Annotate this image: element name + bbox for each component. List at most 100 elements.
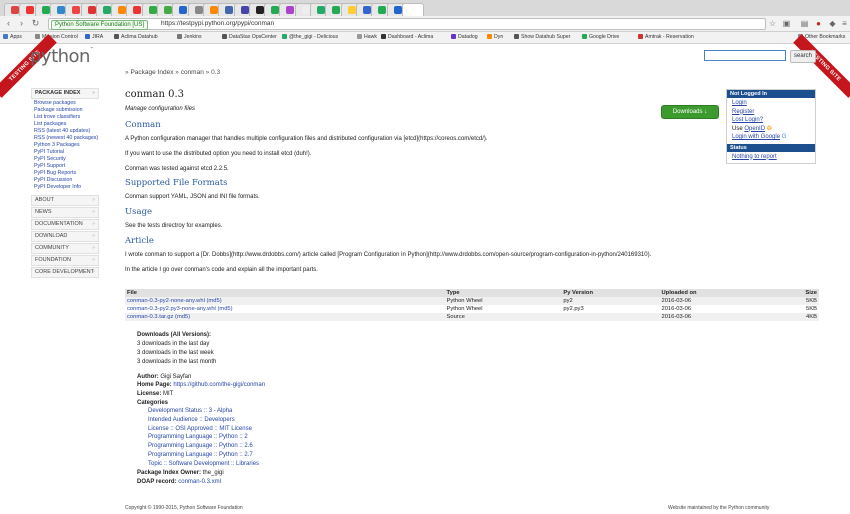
nav-link[interactable]: Browse packages bbox=[31, 100, 99, 107]
bookmark-item[interactable]: Hawk bbox=[357, 32, 377, 43]
tab-favicon-icon bbox=[87, 6, 96, 14]
nav-link[interactable]: List trove classifiers bbox=[31, 114, 99, 121]
nav-section-core-development[interactable]: CORE DEVELOPMENT» bbox=[31, 267, 99, 278]
file-link[interactable]: conman-0.3-py2-none-any.whl bbox=[127, 298, 205, 304]
extension-icon[interactable]: ● bbox=[814, 19, 823, 28]
extension-icon[interactable]: ◆ bbox=[828, 19, 837, 28]
search-input[interactable] bbox=[704, 50, 786, 61]
nav-sections: ABOUT» NEWS» DOCUMENTATION» DOWNLOAD» COMMUN… bbox=[31, 195, 99, 278]
nav-section-foundation[interactable]: FOUNDATION » bbox=[31, 255, 99, 266]
back-icon[interactable]: ‹ bbox=[3, 18, 14, 29]
category-link[interactable]: License :: OSI Approved :: MIT License bbox=[148, 426, 252, 432]
reload-icon[interactable]: ↻ bbox=[30, 18, 41, 29]
extension-icon[interactable]: ▣ bbox=[782, 19, 791, 28]
nav-link[interactable]: PyPI Developer Info bbox=[31, 184, 99, 191]
nav-section-community[interactable]: COMMUNITY » bbox=[31, 243, 99, 254]
extension-icon[interactable]: ▤ bbox=[800, 19, 809, 28]
bookmark-item[interactable]: Dashboard - Aclima bbox=[381, 32, 433, 43]
file-size: 5KB bbox=[773, 297, 819, 305]
nav-link[interactable]: Package submission bbox=[31, 107, 99, 114]
bookmark-item[interactable]: Google Drive bbox=[582, 32, 619, 43]
breadcrumb-version: 0.3 bbox=[211, 69, 221, 76]
python-logo[interactable]: python™ bbox=[30, 46, 94, 67]
category-link[interactable]: Intended Audience :: Developers bbox=[148, 417, 235, 423]
category-link[interactable]: Programming Language :: Python :: 2.6 bbox=[148, 443, 253, 449]
star-icon[interactable]: ☆ bbox=[768, 19, 777, 28]
nav-link[interactable]: RSS (latest 40 updates) bbox=[31, 128, 99, 135]
homepage-label: Home Page: bbox=[137, 382, 172, 388]
bookmark-item[interactable]: @the_gigi - Delicious bbox=[282, 32, 338, 43]
register-link[interactable]: Register bbox=[727, 108, 815, 117]
category-link[interactable]: Programming Language :: Python :: 2.7 bbox=[148, 452, 253, 458]
nav-section-about[interactable]: ABOUT » bbox=[31, 195, 99, 206]
bookmark-icon bbox=[487, 34, 492, 39]
bookmark-icon bbox=[638, 34, 643, 39]
nav-link[interactable]: PyPI Discussion bbox=[31, 177, 99, 184]
bookmark-label: @the_gigi - Delicious bbox=[289, 34, 339, 40]
openid-icon: ❂ bbox=[766, 125, 772, 132]
category-link[interactable]: Topic :: Software Development :: Librari… bbox=[148, 461, 259, 467]
nav-link[interactable]: Python 3 Packages bbox=[31, 142, 99, 149]
openid-link[interactable]: OpenID bbox=[744, 126, 765, 132]
package-summary: Manage configuration files bbox=[125, 106, 196, 112]
secure-badge: Python Software Foundation [US] bbox=[51, 20, 149, 30]
nav-section-download[interactable]: DOWNLOAD » bbox=[31, 231, 99, 242]
homepage-row: Home Page: https://github.com/the-gigi/c… bbox=[137, 382, 265, 388]
homepage-link[interactable]: https://github.com/the-gigi/conman bbox=[173, 382, 265, 388]
nothing-to-report-link[interactable]: Nothing to report bbox=[727, 153, 815, 162]
nav-link[interactable]: PyPI Bug Reports bbox=[31, 170, 99, 177]
bookmark-icon bbox=[582, 34, 587, 39]
nav-link[interactable]: PyPI Support bbox=[31, 163, 99, 170]
bookmark-item[interactable]: Apps bbox=[3, 32, 22, 43]
category-link[interactable]: Development Status :: 3 - Alpha bbox=[148, 408, 232, 414]
active-tab[interactable] bbox=[401, 3, 424, 16]
bookmark-item[interactable]: Datadog bbox=[451, 32, 478, 43]
menu-icon[interactable]: ≡ bbox=[840, 19, 849, 28]
bookmark-item[interactable]: Jenkins bbox=[177, 32, 202, 43]
downloads-button[interactable]: Downloads ↓ bbox=[661, 105, 719, 119]
bookmark-item[interactable]: Amtrak - Reservation bbox=[638, 32, 694, 43]
search-button[interactable]: search bbox=[790, 50, 817, 63]
nav-package-index-head[interactable]: PACKAGE INDEX » bbox=[31, 88, 99, 99]
file-link[interactable]: conman-0.3.tar.gz bbox=[127, 314, 173, 320]
url-text[interactable]: https://testpypi.python.org/pypi/conman bbox=[161, 19, 274, 29]
nav-section-news[interactable]: NEWS » bbox=[31, 207, 99, 218]
login-link[interactable]: Login bbox=[727, 99, 815, 108]
bookmark-item[interactable]: DataStax OpsCenter bbox=[222, 32, 277, 43]
bookmark-item[interactable]: Show Datahub Super bbox=[514, 32, 570, 43]
bookmark-icon bbox=[381, 34, 386, 39]
lost-login-link[interactable]: Lost Login? bbox=[727, 116, 815, 125]
nav-link[interactable]: List packages bbox=[31, 121, 99, 128]
bookmark-item[interactable]: Aclima Datahub bbox=[114, 32, 158, 43]
doap-link[interactable]: conman-0.3.xml bbox=[178, 479, 221, 485]
nav-link[interactable]: PyPI Security bbox=[31, 156, 99, 163]
nav-section-documentation[interactable]: DOCUMENTATION » bbox=[31, 219, 99, 230]
nav-links: Browse packages Package submission List tr… bbox=[31, 100, 99, 191]
status-header: Status bbox=[727, 143, 815, 152]
tab-favicon-icon bbox=[179, 6, 188, 14]
address-bar[interactable]: Python Software Foundation [US] https://… bbox=[48, 18, 766, 30]
forward-icon[interactable]: › bbox=[16, 18, 27, 29]
bookmark-item[interactable]: Dyn bbox=[487, 32, 503, 43]
file-type: Source bbox=[444, 313, 562, 321]
py-version: py2.py3 bbox=[563, 306, 584, 312]
left-navigation: PACKAGE INDEX » Browse packages Package su… bbox=[31, 88, 99, 278]
license-label: License: bbox=[137, 391, 162, 397]
nav-section-label: COMMUNITY bbox=[35, 245, 69, 251]
category-link[interactable]: Programming Language :: Python :: 2 bbox=[148, 434, 248, 440]
chevron-icon: » bbox=[91, 221, 95, 227]
breadcrumb-conman[interactable]: conman bbox=[181, 69, 204, 76]
md5-link[interactable]: (md5) bbox=[175, 314, 190, 320]
login-google-link[interactable]: Login with Google bbox=[732, 134, 780, 140]
nav-link[interactable]: PyPI Tutorial bbox=[31, 149, 99, 156]
nav-link[interactable]: RSS (newest 40 packages) bbox=[31, 135, 99, 142]
author-label: Author: bbox=[137, 374, 159, 380]
file-link[interactable]: conman-0.3-py2.py3-none-any.whl bbox=[127, 306, 216, 312]
breadcrumb-package-index[interactable]: Package Index bbox=[130, 69, 173, 76]
nav-head-label: PACKAGE INDEX bbox=[35, 90, 81, 96]
nav-section-label: CORE DEVELOPMENT bbox=[35, 269, 94, 275]
author-row: Author: Gigi Sayfan bbox=[137, 374, 191, 380]
bookmark-item[interactable]: JIRA bbox=[85, 32, 103, 43]
md5-link[interactable]: (md5) bbox=[217, 306, 232, 312]
md5-link[interactable]: (md5) bbox=[207, 298, 222, 304]
